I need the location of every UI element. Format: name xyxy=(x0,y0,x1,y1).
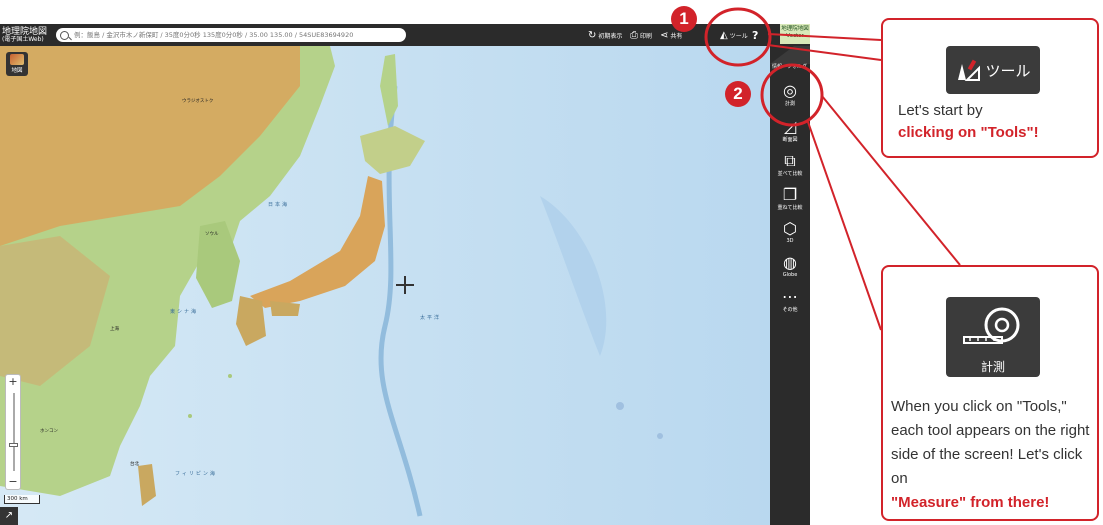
callout-measure-body: When you click on "Tools," each tool app… xyxy=(891,398,1090,487)
highlight-ring-tools xyxy=(704,7,772,67)
callout-measure: 計測 When you click on "Tools," each tool … xyxy=(881,265,1099,521)
tools-icon xyxy=(958,59,981,81)
callout-measure-emphasis: "Measure" from there! xyxy=(891,494,1050,511)
tools-card-label: ツール xyxy=(985,61,1031,80)
callout-tools-line2: clicking on "Tools"! xyxy=(898,124,1039,141)
highlight-ring-measure xyxy=(760,63,824,127)
connector-line-1b xyxy=(767,44,882,61)
tools-card: ツール xyxy=(946,46,1040,94)
callout-tools-line1: Let's start by xyxy=(898,102,983,119)
measure-icon xyxy=(963,307,1020,344)
callout-tools: ツール Let's start by clicking on "Tools"! xyxy=(881,18,1099,158)
measure-card-label: 計測 xyxy=(980,360,1005,374)
connector-line-2a xyxy=(807,121,882,331)
screenshot: 日本海 東シナ海 太平洋 フィリピン海 ウラジオストク ソウル 上海 台北 ホン… xyxy=(0,0,1103,525)
step-badge-1: 1 xyxy=(671,6,697,32)
connector-line-1a xyxy=(767,33,882,41)
callout-measure-text: When you click on "Tools," each tool app… xyxy=(891,395,1097,515)
measure-card: 計測 xyxy=(946,297,1040,377)
step-badge-2: 2 xyxy=(725,81,751,107)
